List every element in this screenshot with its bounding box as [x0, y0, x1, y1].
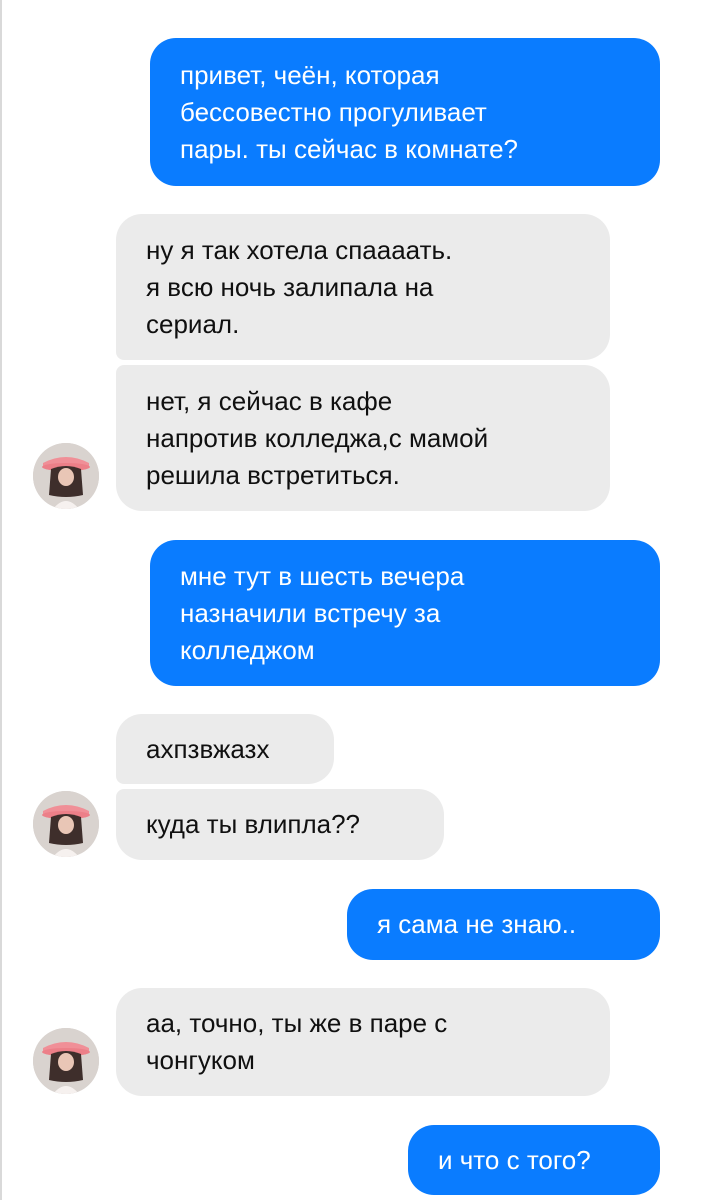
message-bubble-received[interactable]: куда ты влипла?? [116, 789, 444, 860]
message-text: нет, я сейчас в кафе напротив колледжа,с… [146, 385, 489, 490]
contact-avatar-icon [33, 791, 99, 857]
screen-edge-divider [0, 0, 2, 1200]
message-text: куда ты влипла?? [146, 809, 361, 839]
message-bubble-received[interactable]: аа, точно, ты же в паре с чонгуком [116, 988, 610, 1096]
message-bubble-received[interactable]: нет, я сейчас в кафе напротив колледжа,с… [116, 365, 610, 511]
message-bubble-sent[interactable]: мне тут в шесть вечера назначили встречу… [150, 540, 660, 686]
message-text: я сама не знаю.. [377, 909, 577, 939]
message-bubble-sent[interactable]: я сама не знаю.. [347, 889, 660, 960]
message-text: и что с того? [438, 1144, 591, 1175]
message-bubble-sent[interactable]: привет, чеён, которая бессовестно прогул… [150, 38, 660, 186]
message-text: привет, чеён, которая бессовестно прогул… [180, 59, 518, 164]
contact-avatar-icon [33, 443, 99, 509]
message-text: мне тут в шесть вечера назначили встречу… [180, 560, 465, 665]
contact-avatar[interactable] [33, 791, 99, 857]
message-text: ахпзвжазх [146, 733, 270, 764]
contact-avatar[interactable] [33, 443, 99, 509]
contact-avatar-icon [33, 1028, 99, 1094]
message-bubble-received[interactable]: ахпзвжазх [116, 714, 334, 784]
message-text: ну я так хотела спаааать. я всю ночь зал… [146, 234, 453, 339]
message-bubble-sent[interactable]: и что с того? [408, 1125, 660, 1195]
contact-avatar[interactable] [33, 1028, 99, 1094]
message-text: аа, точно, ты же в паре с чонгуком [146, 1008, 448, 1075]
message-bubble-received[interactable]: ну я так хотела спаааать. я всю ночь зал… [116, 214, 610, 360]
